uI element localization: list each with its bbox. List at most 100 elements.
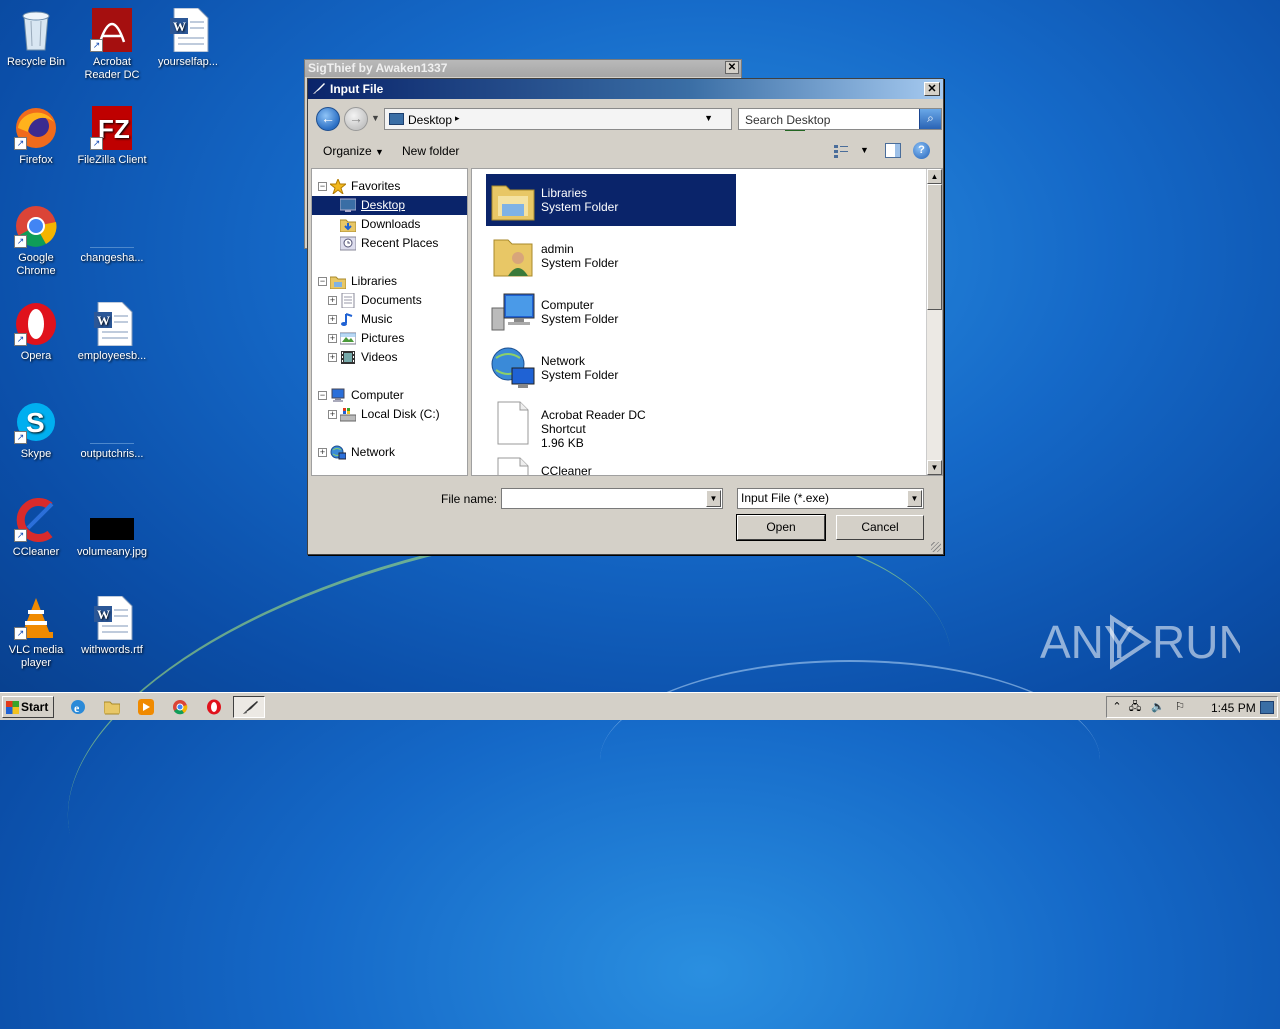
internet-explorer-icon[interactable]: e: [70, 699, 86, 715]
file-item-network[interactable]: Network System Folder: [486, 342, 736, 394]
chevron-down-icon[interactable]: ▼: [706, 490, 721, 507]
nav-network[interactable]: + Network: [312, 443, 467, 462]
file-item-ccleaner[interactable]: CCleaner Shortcut: [486, 452, 736, 475]
desktop-icon-label: Recycle Bin: [6, 56, 66, 68]
nav-videos[interactable]: + Videos: [312, 348, 467, 367]
organize-button[interactable]: Organize ▼: [323, 144, 384, 158]
desktop-icon-filezilla[interactable]: FZ ↗ FileZilla Client: [74, 106, 150, 167]
chevron-right-icon[interactable]: ▸: [455, 113, 460, 124]
recent-locations-dropdown[interactable]: ▼: [371, 113, 380, 123]
expand-icon[interactable]: +: [328, 334, 337, 343]
file-item-admin[interactable]: admin System Folder: [486, 230, 736, 282]
desktop-icon-chrome[interactable]: ↗ Google Chrome: [0, 204, 74, 278]
nav-downloads[interactable]: Downloads: [312, 215, 467, 234]
collapse-icon[interactable]: −: [318, 391, 327, 400]
action-center-flag-icon[interactable]: ⚐: [1173, 701, 1187, 714]
file-type-select[interactable]: Input File (*.exe) ▼: [737, 488, 924, 509]
scroll-up-button[interactable]: ▲: [927, 169, 942, 184]
taskbar-sigthief-button[interactable]: [233, 696, 265, 718]
nav-local-disk[interactable]: + Local Disk (C:): [312, 405, 467, 424]
desktop-icon-employeesb[interactable]: W employeesb...: [74, 301, 150, 363]
desktop-icon-vlc[interactable]: ↗ VLC media player: [0, 596, 74, 670]
address-bar[interactable]: Desktop ▸ ▼ ⟳: [384, 108, 805, 131]
sigthief-titlebar[interactable]: SigThief by Awaken1337 ✕: [305, 60, 741, 77]
change-view-icon[interactable]: [833, 144, 849, 158]
desktop-icon-skype[interactable]: S ↗ Skype: [0, 400, 74, 461]
desktop-icon-opera[interactable]: ↗ Opera: [0, 302, 74, 363]
collapse-icon[interactable]: −: [318, 277, 327, 286]
desktop-icon-outputchris[interactable]: outputchris...: [74, 400, 150, 461]
desktop-icon-ccleaner[interactable]: ↗ CCleaner: [0, 498, 74, 559]
media-player-icon[interactable]: [138, 699, 154, 715]
file-item-libraries[interactable]: Libraries System Folder: [486, 174, 736, 226]
start-button[interactable]: Start: [2, 696, 54, 718]
new-folder-button[interactable]: New folder: [402, 144, 459, 158]
chevron-down-icon[interactable]: ▼: [704, 113, 713, 123]
nav-recent-places[interactable]: Recent Places: [312, 234, 467, 253]
nav-computer[interactable]: − Computer: [312, 386, 467, 405]
chevron-down-icon[interactable]: ▼: [860, 145, 869, 155]
desktop-icon-label: FileZilla Client: [77, 154, 147, 166]
explorer-folder-icon[interactable]: [104, 699, 120, 715]
desktop-icon-recycle-bin[interactable]: Recycle Bin: [0, 8, 74, 69]
open-button[interactable]: Open: [736, 514, 826, 541]
nav-label: Music: [361, 312, 393, 326]
vertical-scrollbar[interactable]: ▲ ▼: [926, 169, 942, 475]
show-hidden-icons-icon[interactable]: ⌃: [1110, 701, 1124, 714]
expand-icon[interactable]: +: [328, 410, 337, 419]
nav-label: Local Disk (C:): [361, 407, 440, 421]
computer-icon: [331, 388, 345, 402]
back-button[interactable]: ←: [316, 107, 340, 131]
forward-button[interactable]: →: [344, 107, 368, 131]
desktop-icon-yourselfap[interactable]: W yourselfap...: [150, 7, 226, 69]
nav-favorites[interactable]: − Favorites: [312, 177, 467, 196]
close-button[interactable]: ✕: [924, 82, 940, 96]
desktop-icon-firefox[interactable]: ↗ Firefox: [0, 106, 74, 167]
expand-icon[interactable]: +: [328, 296, 337, 305]
expand-icon[interactable]: +: [318, 448, 327, 457]
input-file-dialog[interactable]: Input File ✕ ← → ▼ Desktop ▸ ▼ ⟳ Search …: [307, 78, 944, 555]
scroll-down-button[interactable]: ▼: [927, 460, 942, 475]
file-name-field[interactable]: ▼: [501, 488, 723, 509]
search-placeholder[interactable]: Search Desktop: [745, 113, 830, 127]
volume-icon[interactable]: 🔈: [1151, 701, 1165, 714]
help-icon[interactable]: ?: [913, 142, 930, 159]
opera-icon: ↗: [14, 302, 58, 346]
file-item-computer[interactable]: Computer System Folder: [486, 286, 736, 338]
desktop-icon-volumeany[interactable]: volumeany.jpg: [74, 498, 150, 559]
shortcut-arrow-icon: ↗: [90, 137, 103, 150]
cancel-button[interactable]: Cancel: [836, 515, 924, 540]
expand-icon[interactable]: +: [328, 315, 337, 324]
navigation-pane[interactable]: − Favorites Desktop Downloads Recent Pla…: [311, 168, 468, 476]
chevron-down-icon[interactable]: ▼: [907, 490, 922, 507]
expand-icon[interactable]: +: [328, 353, 337, 362]
file-list[interactable]: Libraries System Folder admin System Fol…: [471, 168, 943, 476]
collapse-icon[interactable]: −: [318, 182, 327, 191]
command-bar: Organize ▼ New folder ▼ ?: [311, 137, 940, 165]
nav-libraries[interactable]: − Libraries: [312, 272, 467, 291]
address-location[interactable]: Desktop: [408, 113, 452, 127]
wallpaper-swoosh: [600, 660, 1100, 860]
chrome-icon[interactable]: [172, 699, 188, 715]
close-button[interactable]: ✕: [725, 61, 739, 74]
scroll-thumb[interactable]: [927, 184, 942, 310]
nav-music[interactable]: + Music: [312, 310, 467, 329]
nav-pictures[interactable]: + Pictures: [312, 329, 467, 348]
opera-icon[interactable]: [206, 699, 222, 715]
nav-desktop[interactable]: Desktop: [312, 196, 467, 215]
desktop-icon-changesha[interactable]: changesha...: [74, 204, 150, 265]
search-icon[interactable]: ⌕: [919, 109, 941, 129]
show-desktop-button[interactable]: [1260, 701, 1274, 714]
desktop-icon-withwords[interactable]: W withwords.rtf: [74, 595, 150, 657]
preview-pane-icon[interactable]: [885, 143, 901, 158]
clock[interactable]: 1:45 PM: [1211, 701, 1256, 715]
dialog-titlebar[interactable]: Input File ✕: [308, 79, 943, 99]
shortcut-file-icon: [497, 457, 529, 475]
search-box[interactable]: Search Desktop ⌕: [738, 108, 942, 130]
desktop-icon-acrobat[interactable]: ↗ Acrobat Reader DC: [74, 8, 150, 82]
file-item-acrobat[interactable]: Acrobat Reader DC Shortcut 1.96 KB: [486, 396, 736, 452]
network-status-icon[interactable]: 🖧: [1128, 701, 1142, 714]
desktop-icon: [389, 113, 404, 125]
nav-documents[interactable]: + Documents: [312, 291, 467, 310]
resize-grip[interactable]: [931, 542, 941, 552]
